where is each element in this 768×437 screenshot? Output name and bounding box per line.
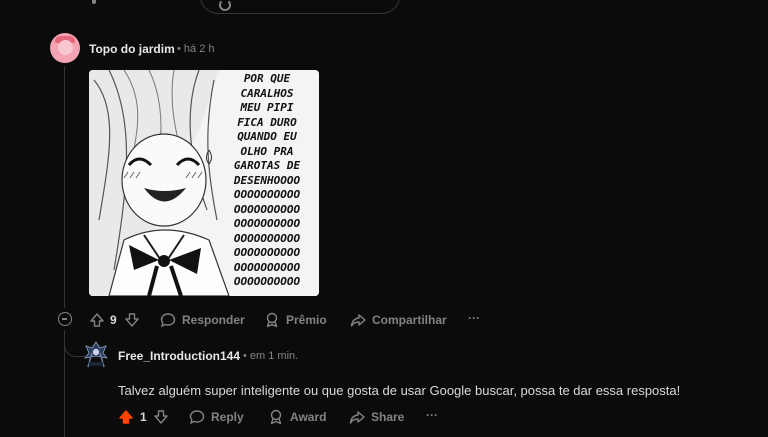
avatar[interactable] [50,33,80,63]
search-icon [219,0,231,11]
vote-count: 9 [110,313,117,327]
reply-actions: 1 Reply Award Share ··· [116,408,516,428]
comment-icon [160,313,176,328]
upvote-icon [90,313,104,327]
comment-icon [189,410,205,425]
upvote-button[interactable] [118,409,134,425]
upvote-icon [119,410,133,424]
downvote-icon [154,410,168,424]
comment-thread: Topo do jardim • há 2 h POR QUE CARALHOS… [0,0,768,437]
share-icon [349,411,365,424]
meta-separator: • [177,43,181,55]
more-icon[interactable]: ··· [426,408,438,422]
collapse-icon[interactable] [58,312,72,326]
image-caption: POR QUE CARALHOS MEU PIPI FICA DURO QUAN… [233,72,301,288]
share-button[interactable]: Compartilhar [350,312,447,328]
thread-line[interactable] [64,66,65,308]
thread-line[interactable] [64,330,65,437]
reply-body: Talvez alguém super inteligente ou que g… [118,383,681,398]
more-icon[interactable]: ··· [468,311,480,325]
search-bar[interactable] [200,0,400,14]
reply-meta: • em 1 min. [243,350,298,362]
comment-image[interactable]: POR QUE CARALHOS MEU PIPI FICA DURO QUAN… [89,70,319,296]
reply-username[interactable]: Free_Introduction144 [118,349,240,363]
downvote-button[interactable] [153,409,169,425]
upvote-button[interactable] [89,312,105,328]
award-icon [266,312,278,328]
comment-time[interactable]: há 2 h [184,43,215,55]
comment-username[interactable]: Topo do jardim [89,42,175,56]
award-icon [270,409,282,425]
downvote-icon [125,313,139,327]
award-button[interactable]: Prêmio [264,312,327,328]
avatar[interactable] [84,341,108,369]
downvote-button[interactable] [124,312,140,328]
reply-button[interactable]: Responder [160,312,245,328]
comment-meta: • há 2 h [177,43,215,55]
avatar-image [84,341,108,368]
meta-separator: • [243,350,247,362]
cropped-icon [92,0,96,4]
comment-actions: 9 Responder Prêmio Compartilhar ··· [56,311,556,331]
share-button[interactable]: Share [349,409,404,425]
reply-connector [64,330,85,357]
award-button[interactable]: Award [268,409,326,425]
share-icon [350,314,366,327]
reply-time[interactable]: em 1 min. [250,350,298,362]
reply-button[interactable]: Reply [189,409,244,425]
vote-count: 1 [140,410,147,424]
